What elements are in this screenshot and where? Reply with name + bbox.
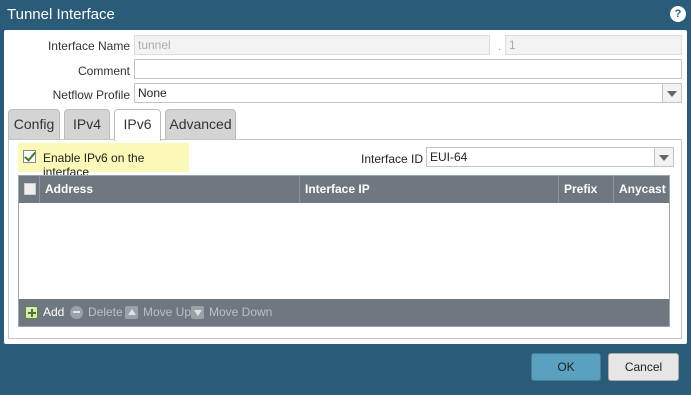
- address-grid: Address Interface IP Prefix Anycast Add …: [18, 175, 670, 327]
- ipv6-panel: Enable IPv6 on the interface Interface I…: [8, 139, 682, 339]
- column-header-anycast[interactable]: Anycast: [613, 176, 669, 203]
- netflow-profile-select[interactable]: None: [134, 83, 682, 103]
- ok-button[interactable]: OK: [531, 353, 601, 381]
- netflow-profile-label: Netflow Profile: [52, 88, 130, 102]
- move-down-label: Move Down: [209, 305, 273, 319]
- grid-header: Address Interface IP Prefix Anycast: [19, 176, 669, 203]
- delete-icon: [70, 306, 83, 319]
- column-header-address[interactable]: Address: [39, 176, 301, 203]
- comment-label: Comment: [77, 64, 130, 78]
- help-icon[interactable]: ?: [670, 6, 686, 22]
- interface-suffix-input: 1: [505, 35, 682, 55]
- move-up-button[interactable]: Move Up: [125, 299, 191, 326]
- delete-label: Delete: [88, 305, 123, 319]
- checkmark-icon: [24, 149, 36, 162]
- move-down-icon: [191, 306, 204, 319]
- tab-advanced[interactable]: Advanced: [165, 109, 236, 140]
- column-header-interface-ip[interactable]: Interface IP: [299, 176, 558, 203]
- interface-id-label: Interface ID: [361, 152, 424, 166]
- move-up-icon: [125, 306, 138, 319]
- move-down-button[interactable]: Move Down: [191, 299, 272, 326]
- add-label: Add: [43, 305, 65, 319]
- move-up-label: Move Up: [143, 305, 192, 319]
- cancel-button[interactable]: Cancel: [608, 353, 679, 381]
- enable-ipv6-option[interactable]: Enable IPv6 on the interface: [18, 143, 189, 179]
- interface-id-value: EUI-64: [430, 150, 468, 164]
- delete-button[interactable]: Delete: [70, 299, 123, 326]
- tab-ipv6[interactable]: IPv6: [114, 109, 161, 141]
- add-button[interactable]: Add: [25, 299, 64, 326]
- interface-id-select[interactable]: EUI-64: [426, 147, 674, 167]
- interface-name-separator: .: [498, 39, 502, 53]
- chevron-down-icon[interactable]: [654, 148, 673, 166]
- tunnel-interface-dialog: Tunnel Interface ? Interface Name tunnel…: [0, 0, 691, 395]
- tab-ipv4[interactable]: IPv4: [64, 109, 110, 140]
- interface-name-input: tunnel: [134, 35, 490, 55]
- dialog-titlebar: Tunnel Interface ?: [0, 0, 691, 30]
- interface-name-label: Interface Name: [47, 39, 130, 53]
- dialog-body: Interface Name tunnel . 1 Comment Netflo…: [4, 30, 687, 344]
- enable-ipv6-checkbox[interactable]: [23, 149, 36, 163]
- tab-config[interactable]: Config: [8, 109, 60, 140]
- netflow-profile-value: None: [138, 86, 167, 100]
- dialog-title: Tunnel Interface: [7, 6, 115, 23]
- comment-input[interactable]: [134, 59, 682, 79]
- add-icon: [25, 306, 38, 319]
- chevron-down-icon[interactable]: [662, 84, 681, 102]
- select-all-checkbox[interactable]: [24, 183, 36, 195]
- grid-toolbar: Add Delete Move Up Move Down: [19, 299, 669, 326]
- column-header-prefix[interactable]: Prefix: [558, 176, 613, 203]
